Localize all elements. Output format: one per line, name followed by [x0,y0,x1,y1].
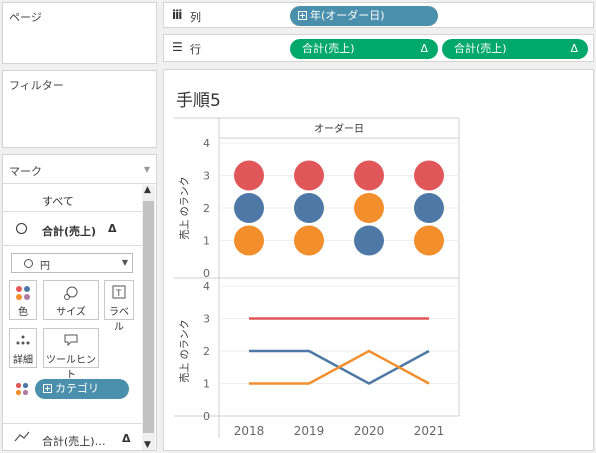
mark-type-value: 円 [40,261,50,272]
marks-measure2-label: 合計(売上)… [42,435,106,448]
marks-measure1-label: 合計(売上) [42,225,97,238]
label-icon: T [105,285,133,301]
size-button[interactable]: サイズ [43,280,99,320]
detail-button-label: 詳細 [13,355,33,366]
marks-scrollbar[interactable]: ▲ ▼ [142,185,155,450]
rows-shelf-label: 行 [190,43,201,56]
scatter-point-red [414,160,444,191]
scroll-up-icon[interactable]: ▲ [144,185,151,195]
filters-panel[interactable]: フィルター [2,70,157,148]
pages-panel[interactable]: ページ [2,2,157,64]
y-tick-label: 2 [203,202,210,215]
tooltip-button-label: ツールヒント [46,355,96,381]
scatter-point-red [234,160,264,191]
color-button[interactable]: 色 [9,280,37,320]
marks-measure1-row[interactable]: 合計(売上) Δ [4,217,144,241]
scroll-down-icon[interactable]: ▼ [144,440,151,450]
y-axis-title: 売上 のランク [178,176,191,239]
marks-all-label: すべて [42,195,74,208]
marks-measure2-row[interactable]: 合計(売上)… Δ [4,427,144,450]
x-tick-label: 2021 [414,424,445,438]
y-tick-label: 0 [203,410,210,423]
pages-title: ページ [9,11,42,24]
columns-shelf-icon: iii [172,8,182,22]
category-pill-label: カテゴリ [55,382,99,395]
y-axis-title: 売上 のランク [178,319,191,382]
label-button-label: ラベル [109,307,129,333]
delta-icon-4: Δ [570,42,578,55]
chevron-down-icon: ▼ [121,258,128,267]
detail-icon [10,333,36,349]
circle-mark-type-icon [24,259,33,268]
circle-mark-icon [16,223,27,234]
scatter-point-orange [414,225,444,256]
viz-canvas[interactable]: オーダー日 4 3 2 1 0 売上 のランク 4 3 2 1 0 売上 のランク 2018 2019 202… [174,117,474,448]
y-tick-label: 1 [203,235,210,248]
expand-plus-icon [43,384,52,393]
marks-panel: マーク ▼ すべて 合計(売上) Δ 円 ▼ 色 サイズ T ラベル 詳細 ツー… [2,154,157,451]
marks-all-row[interactable]: すべて [4,187,144,211]
color-button-label: 色 [18,307,28,318]
scatter-point-blue [234,193,264,223]
x-tick-label: 2019 [294,424,325,438]
column-header: オーダー日 [314,122,364,135]
size-icon [44,285,98,301]
scatter-point-orange [234,225,264,256]
columns-shelf-label: 列 [190,11,201,24]
rows-pill-2[interactable]: 合計(売上) Δ [442,39,588,59]
columns-shelf[interactable]: iii 列 年(オーダー日) [163,2,594,28]
mark-type-select[interactable]: 円 ▼ [11,253,133,273]
scrollbar-thumb[interactable] [143,201,154,433]
sheet-title: 手順5 [176,91,221,111]
x-tick-label: 2018 [234,424,265,438]
y-tick-label: 2 [203,345,210,358]
y-tick-label: 0 [203,267,210,280]
expand-plus-icon-2 [298,11,307,20]
scatter-point-red [294,160,324,191]
line-series-orange [249,349,430,385]
line-mark-icon [14,431,30,446]
x-tick-label: 2020 [354,424,385,438]
detail-button[interactable]: 詳細 [9,328,37,368]
marks-menu-icon[interactable]: ▼ [144,165,150,174]
scatter-point-orange [354,193,384,223]
tooltip-button[interactable]: ツールヒント [43,328,99,381]
rows-pill-1[interactable]: 合計(売上) Δ [290,39,438,59]
rows-shelf[interactable]: ☰ 行 合計(売上) Δ 合計(売上) Δ [163,34,594,62]
label-button[interactable]: T ラベル [104,280,134,333]
delta-icon-2: Δ [122,432,131,445]
y-tick-label: 3 [203,170,210,183]
scatter-point-blue [354,225,384,256]
y-tick-label: 4 [203,137,210,150]
y-tick-label: 1 [203,378,210,391]
worksheet-area: 手順5 オーダー日 4 3 2 1 0 売上 のランク 4 3 2 1 0 売上 のランク 2018 201… [163,69,594,451]
category-color-pill[interactable]: カテゴリ [35,379,129,399]
delta-icon-3: Δ [420,42,428,55]
year-order-date-pill[interactable]: 年(オーダー日) [290,6,438,26]
color-dots-pill-icon [15,382,29,399]
columns-pill-label: 年(オーダー日) [310,9,385,22]
y-tick-label: 3 [203,313,210,326]
rows-shelf-icon: ☰ [172,40,183,54]
color-dots-icon [10,285,36,301]
rows-pill-1-label: 合計(売上) [302,42,355,55]
scatter-point-orange [294,225,324,256]
scatter-point-red [354,160,384,191]
delta-icon: Δ [108,222,117,235]
scatter-point-blue [414,193,444,223]
size-button-label: サイズ [56,307,86,318]
tooltip-icon [44,333,98,349]
filters-title: フィルター [9,79,64,92]
svg-text:T: T [115,289,122,299]
rows-pill-2-label: 合計(売上) [454,42,507,55]
y-tick-label: 4 [203,280,210,293]
marks-title: マーク [9,165,42,178]
scatter-point-blue [294,193,324,223]
